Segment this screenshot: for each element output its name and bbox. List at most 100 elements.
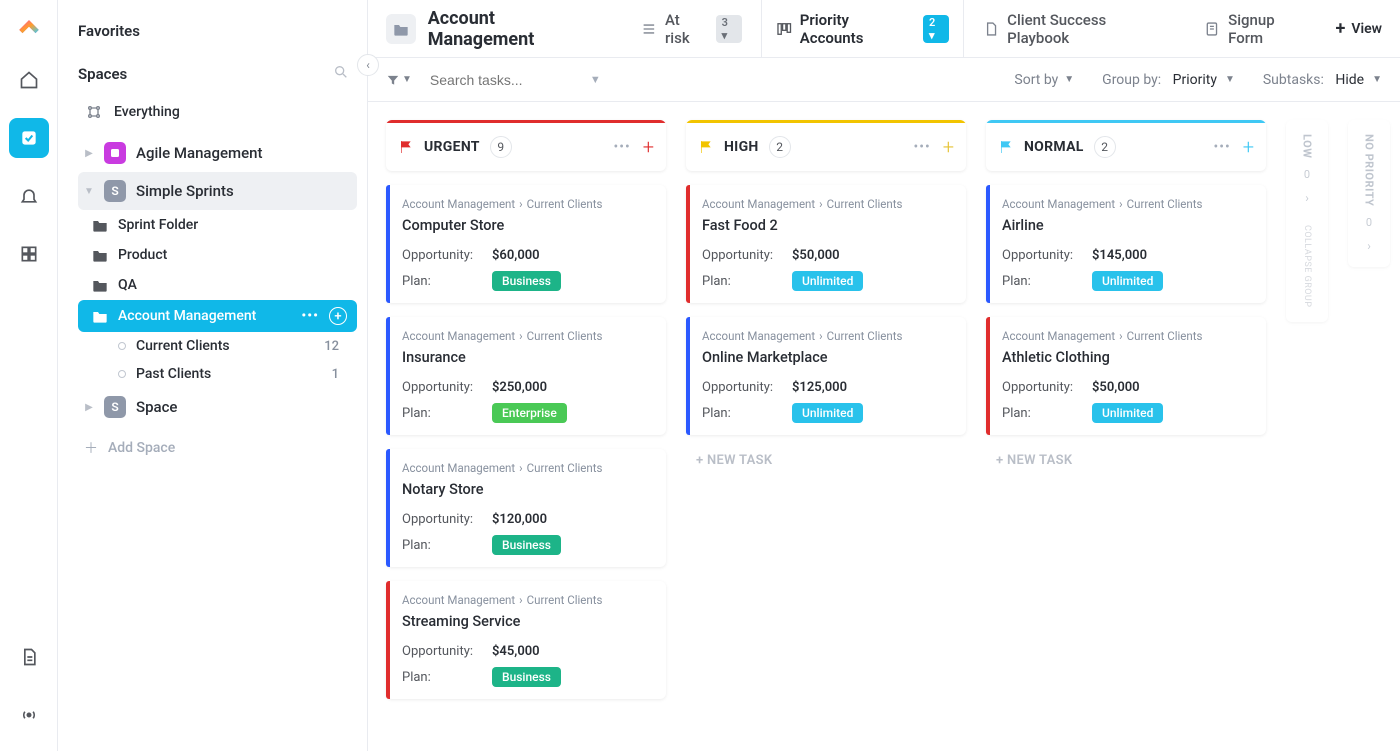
board-column-none-collapsed[interactable]: NO PRIORITY 0 ›: [1348, 120, 1390, 267]
space-agile[interactable]: ▶ Agile Management: [78, 134, 357, 172]
column-more-icon[interactable]: •••: [614, 139, 631, 155]
folder-add-icon[interactable]: +: [329, 307, 347, 325]
spaces-heading[interactable]: Spaces: [78, 65, 127, 83]
new-task-button[interactable]: + NEW TASK: [686, 449, 966, 472]
task-card[interactable]: Account Management›Current Clients Strea…: [386, 581, 666, 699]
subtasks[interactable]: Subtasks: Hide▼: [1263, 72, 1382, 88]
plan-badge: Business: [492, 535, 561, 555]
column-title: NORMAL: [1024, 139, 1084, 155]
plan-label: Plan:: [402, 538, 492, 553]
opportunity-label: Opportunity:: [1002, 380, 1092, 395]
folder-account-management[interactable]: Account Management ••• +: [78, 300, 357, 332]
task-card[interactable]: Account Management›Current Clients Athle…: [986, 317, 1266, 435]
folder-product-label: Product: [118, 247, 167, 263]
column-add-icon[interactable]: +: [1243, 135, 1254, 159]
chevron-right-icon: ›: [1305, 191, 1309, 205]
folder-icon: [386, 14, 416, 44]
tab-priority-accounts[interactable]: Priority Accounts 2 ▾: [761, 0, 964, 58]
task-title: Fast Food 2: [702, 217, 952, 234]
app-logo[interactable]: [16, 12, 42, 42]
plus-icon: ＋: [84, 438, 98, 458]
list-current-clients[interactable]: Current Clients 12: [78, 332, 357, 360]
column-title: URGENT: [424, 139, 480, 155]
sidebar-collapse-button[interactable]: ‹: [357, 54, 379, 76]
everything-item[interactable]: Everything: [78, 98, 357, 134]
chevron-down-icon[interactable]: ▼: [590, 73, 601, 86]
board-icon: [776, 21, 792, 37]
column-title: NO PRIORITY: [1363, 134, 1376, 206]
folder-qa[interactable]: QA: [78, 270, 357, 300]
form-icon: [1204, 21, 1220, 37]
folder-more-icon[interactable]: •••: [301, 308, 319, 324]
list-status-icon: [118, 342, 126, 350]
docs-icon[interactable]: [9, 637, 49, 677]
space-generic[interactable]: ▶ S Space: [78, 388, 357, 426]
chevron-right-icon: ›: [1367, 239, 1371, 253]
tab-at-risk[interactable]: At risk 3 ▾: [626, 0, 757, 58]
task-card[interactable]: Account Management›Current Clients Airli…: [986, 185, 1266, 303]
opportunity-label: Opportunity:: [702, 248, 792, 263]
flag-icon: [998, 139, 1014, 155]
column-count: 2: [1094, 136, 1116, 158]
list-current-label: Current Clients: [136, 338, 230, 354]
tab-signup-form[interactable]: Signup Form: [1189, 0, 1327, 58]
folder-product[interactable]: Product: [78, 240, 357, 270]
task-card[interactable]: Account Management›Current Clients Notar…: [386, 449, 666, 567]
add-view-button[interactable]: + View: [1335, 18, 1382, 39]
tab-client-success-playbook[interactable]: Client Success Playbook: [968, 0, 1185, 58]
breadcrumb: Account Management›Current Clients: [702, 329, 952, 343]
board-column-urgent: URGENT 9 ••• + Account Management›Curren…: [386, 120, 666, 713]
list-past-count: 1: [332, 367, 339, 382]
home-icon[interactable]: [9, 60, 49, 100]
opportunity-value: $50,000: [1092, 380, 1140, 395]
task-title: Notary Store: [402, 481, 652, 498]
sort-by[interactable]: Sort by▼: [1014, 72, 1074, 88]
search-spaces-icon[interactable]: [333, 64, 349, 84]
notifications-icon[interactable]: [9, 176, 49, 216]
opportunity-value: $125,000: [792, 380, 847, 395]
caret-icon: ▶: [84, 402, 94, 413]
apps-icon[interactable]: [9, 234, 49, 274]
agile-space-icon: [104, 142, 126, 164]
collapse-group-label: COLLAPSE GROUP: [1302, 225, 1312, 307]
live-icon[interactable]: [9, 695, 49, 735]
task-card[interactable]: Account Management›Current Clients Compu…: [386, 185, 666, 303]
plan-badge: Business: [492, 271, 561, 291]
page-title: Account Management: [428, 8, 605, 50]
plan-badge: Business: [492, 667, 561, 687]
task-title: Online Marketplace: [702, 349, 952, 366]
column-add-icon[interactable]: +: [643, 135, 654, 159]
plan-badge: Unlimited: [792, 271, 863, 291]
opportunity-value: $60,000: [492, 248, 540, 263]
favorites-heading[interactable]: Favorites: [78, 14, 357, 56]
board-column-low-collapsed[interactable]: LOW 0 › COLLAPSE GROUP: [1286, 120, 1328, 322]
breadcrumb: Account Management›Current Clients: [402, 329, 652, 343]
folder-sprint[interactable]: Sprint Folder: [78, 210, 357, 240]
plan-label: Plan:: [1002, 406, 1092, 421]
breadcrumb: Account Management›Current Clients: [402, 197, 652, 211]
task-card[interactable]: Account Management›Current Clients Onlin…: [686, 317, 966, 435]
add-space[interactable]: ＋ Add Space: [78, 426, 357, 470]
search-input[interactable]: [430, 72, 580, 88]
column-more-icon[interactable]: •••: [914, 139, 931, 155]
filter-icon[interactable]: ▼: [386, 73, 412, 87]
board-column-high: HIGH 2 ••• + Account Management›Current …: [686, 120, 966, 472]
column-more-icon[interactable]: •••: [1214, 139, 1231, 155]
list-past-clients[interactable]: Past Clients 1: [78, 360, 357, 388]
column-count: 0: [1304, 168, 1310, 181]
board-column-normal: NORMAL 2 ••• + Account Management›Curren…: [986, 120, 1266, 472]
task-card[interactable]: Account Management›Current Clients Insur…: [386, 317, 666, 435]
tasks-icon[interactable]: [9, 118, 49, 158]
space-simple-sprints[interactable]: ▼ S Simple Sprints: [78, 172, 357, 210]
group-by[interactable]: Group by: Priority▼: [1102, 72, 1235, 88]
opportunity-label: Opportunity:: [402, 380, 492, 395]
task-title: Computer Store: [402, 217, 652, 234]
folder-sprint-label: Sprint Folder: [118, 217, 198, 233]
column-add-icon[interactable]: +: [943, 135, 954, 159]
column-title: HIGH: [724, 139, 759, 155]
breadcrumb: Account Management›Current Clients: [1002, 197, 1252, 211]
new-task-button[interactable]: + NEW TASK: [986, 449, 1266, 472]
opportunity-label: Opportunity:: [402, 644, 492, 659]
task-card[interactable]: Account Management›Current Clients Fast …: [686, 185, 966, 303]
list-icon: [641, 21, 657, 37]
